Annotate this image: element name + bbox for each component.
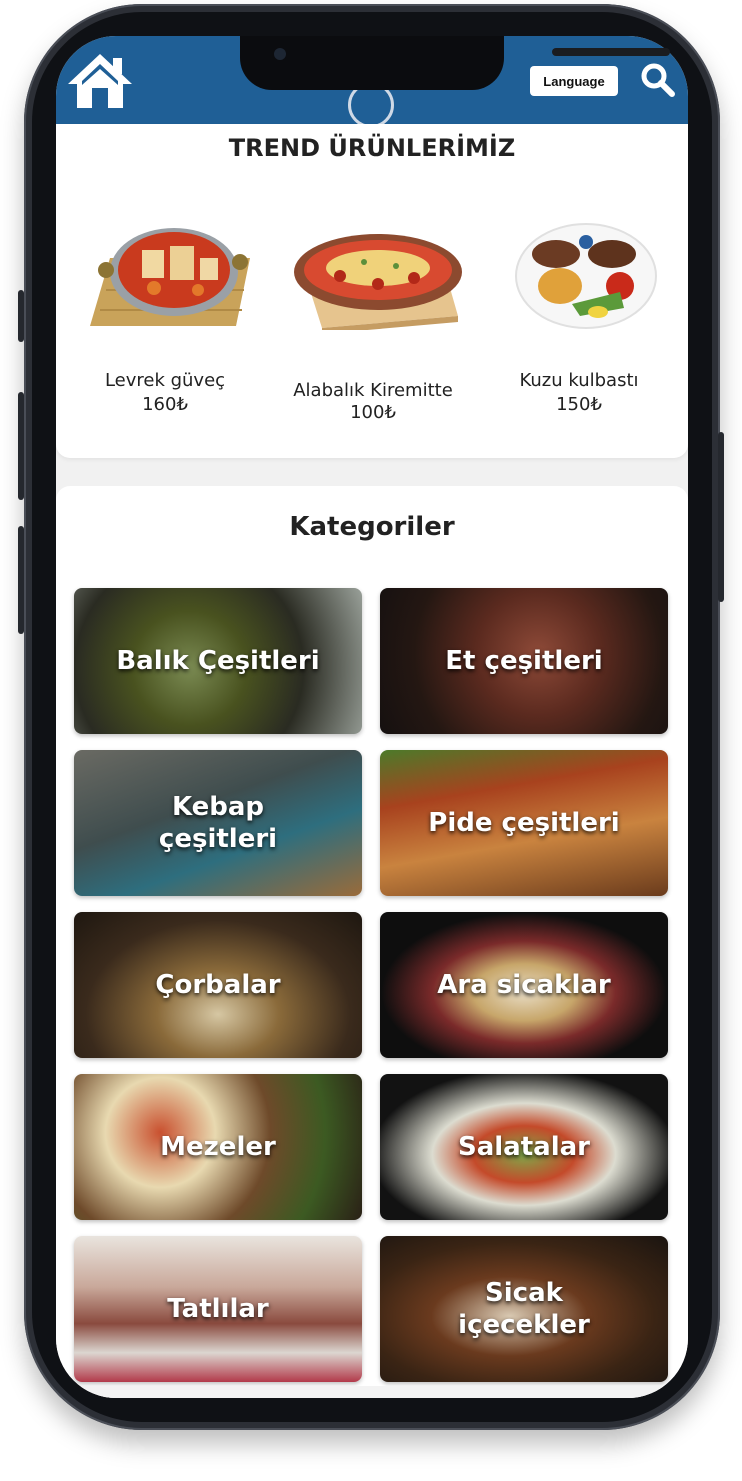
- trend-item-name: Alabalık Kiremitte 100₺: [293, 380, 453, 423]
- phone-power-button: [718, 432, 724, 602]
- trend-item-price: 150₺: [556, 394, 602, 415]
- category-label: Mezeler: [160, 1132, 276, 1162]
- phone-speaker: [552, 48, 670, 56]
- trend-item-levrek[interactable]: Levrek güveç 160₺: [70, 220, 260, 460]
- categories-section: Kategoriler Balık Çeşitleri Et çeşitleri…: [56, 486, 688, 1398]
- screen-bottom-strip: [56, 1386, 688, 1398]
- categories-title: Kategoriler: [289, 512, 455, 542]
- language-button[interactable]: Language: [530, 66, 618, 96]
- category-label: Salatalar: [458, 1132, 590, 1162]
- alabalik-kiremitte-image: [294, 234, 462, 330]
- search-icon[interactable]: [640, 62, 676, 98]
- category-label: Ara sicaklar: [437, 970, 611, 1000]
- category-card-mezeler[interactable]: Mezeler: [74, 1074, 362, 1220]
- phone-volume-down: [18, 526, 24, 634]
- category-label: Balık Çeşitleri: [116, 646, 320, 676]
- trend-item-kuzu[interactable]: Kuzu kulbastı 150₺: [484, 220, 674, 460]
- category-label: Çorbalar: [155, 970, 281, 1000]
- category-card-et[interactable]: Et çeşitleri: [380, 588, 668, 734]
- trend-item-name: Kuzu kulbastı: [519, 370, 639, 391]
- category-label: Tatlılar: [167, 1294, 269, 1324]
- category-label: Pide çeşitleri: [428, 808, 620, 838]
- phone-volume-up: [18, 392, 24, 500]
- trend-item-price: 160₺: [142, 394, 188, 415]
- category-card-ara-sicaklar[interactable]: Ara sicaklar: [380, 912, 668, 1058]
- phone-notch: [240, 36, 670, 90]
- category-card-balik[interactable]: Balık Çeşitleri: [74, 588, 362, 734]
- trend-item-alabalik[interactable]: Alabalık Kiremitte 100₺: [278, 220, 468, 460]
- levrek-guvec-image: [90, 228, 250, 326]
- category-card-corbalar[interactable]: Çorbalar: [74, 912, 362, 1058]
- trend-section: TREND ÜRÜNLERİMİZ Levrek güveç 160₺ Alab…: [56, 124, 688, 458]
- category-label: Et çeşitleri: [445, 646, 603, 676]
- category-label: Kebap çeşitleri: [158, 792, 278, 854]
- category-label: Sicak içecekler: [458, 1278, 590, 1340]
- home-icon[interactable]: [64, 50, 136, 112]
- front-camera: [274, 48, 286, 60]
- kuzu-kulbasti-image: [515, 223, 657, 329]
- category-card-kebap[interactable]: Kebap çeşitleri: [74, 750, 362, 896]
- phone-side-button: [18, 290, 24, 342]
- category-card-tatlilar[interactable]: Tatlılar: [74, 1236, 362, 1382]
- category-card-pide[interactable]: Pide çeşitleri: [380, 750, 668, 896]
- app-screen: Language TREND ÜRÜNLERİMİZ Levrek güveç …: [56, 36, 688, 1398]
- category-card-sicak-icecekler[interactable]: Sicak içecekler: [380, 1236, 668, 1382]
- trend-title: TREND ÜRÜNLERİMİZ: [228, 134, 516, 162]
- trend-item-name: Levrek güveç: [104, 370, 226, 391]
- category-card-salatalar[interactable]: Salatalar: [380, 1074, 668, 1220]
